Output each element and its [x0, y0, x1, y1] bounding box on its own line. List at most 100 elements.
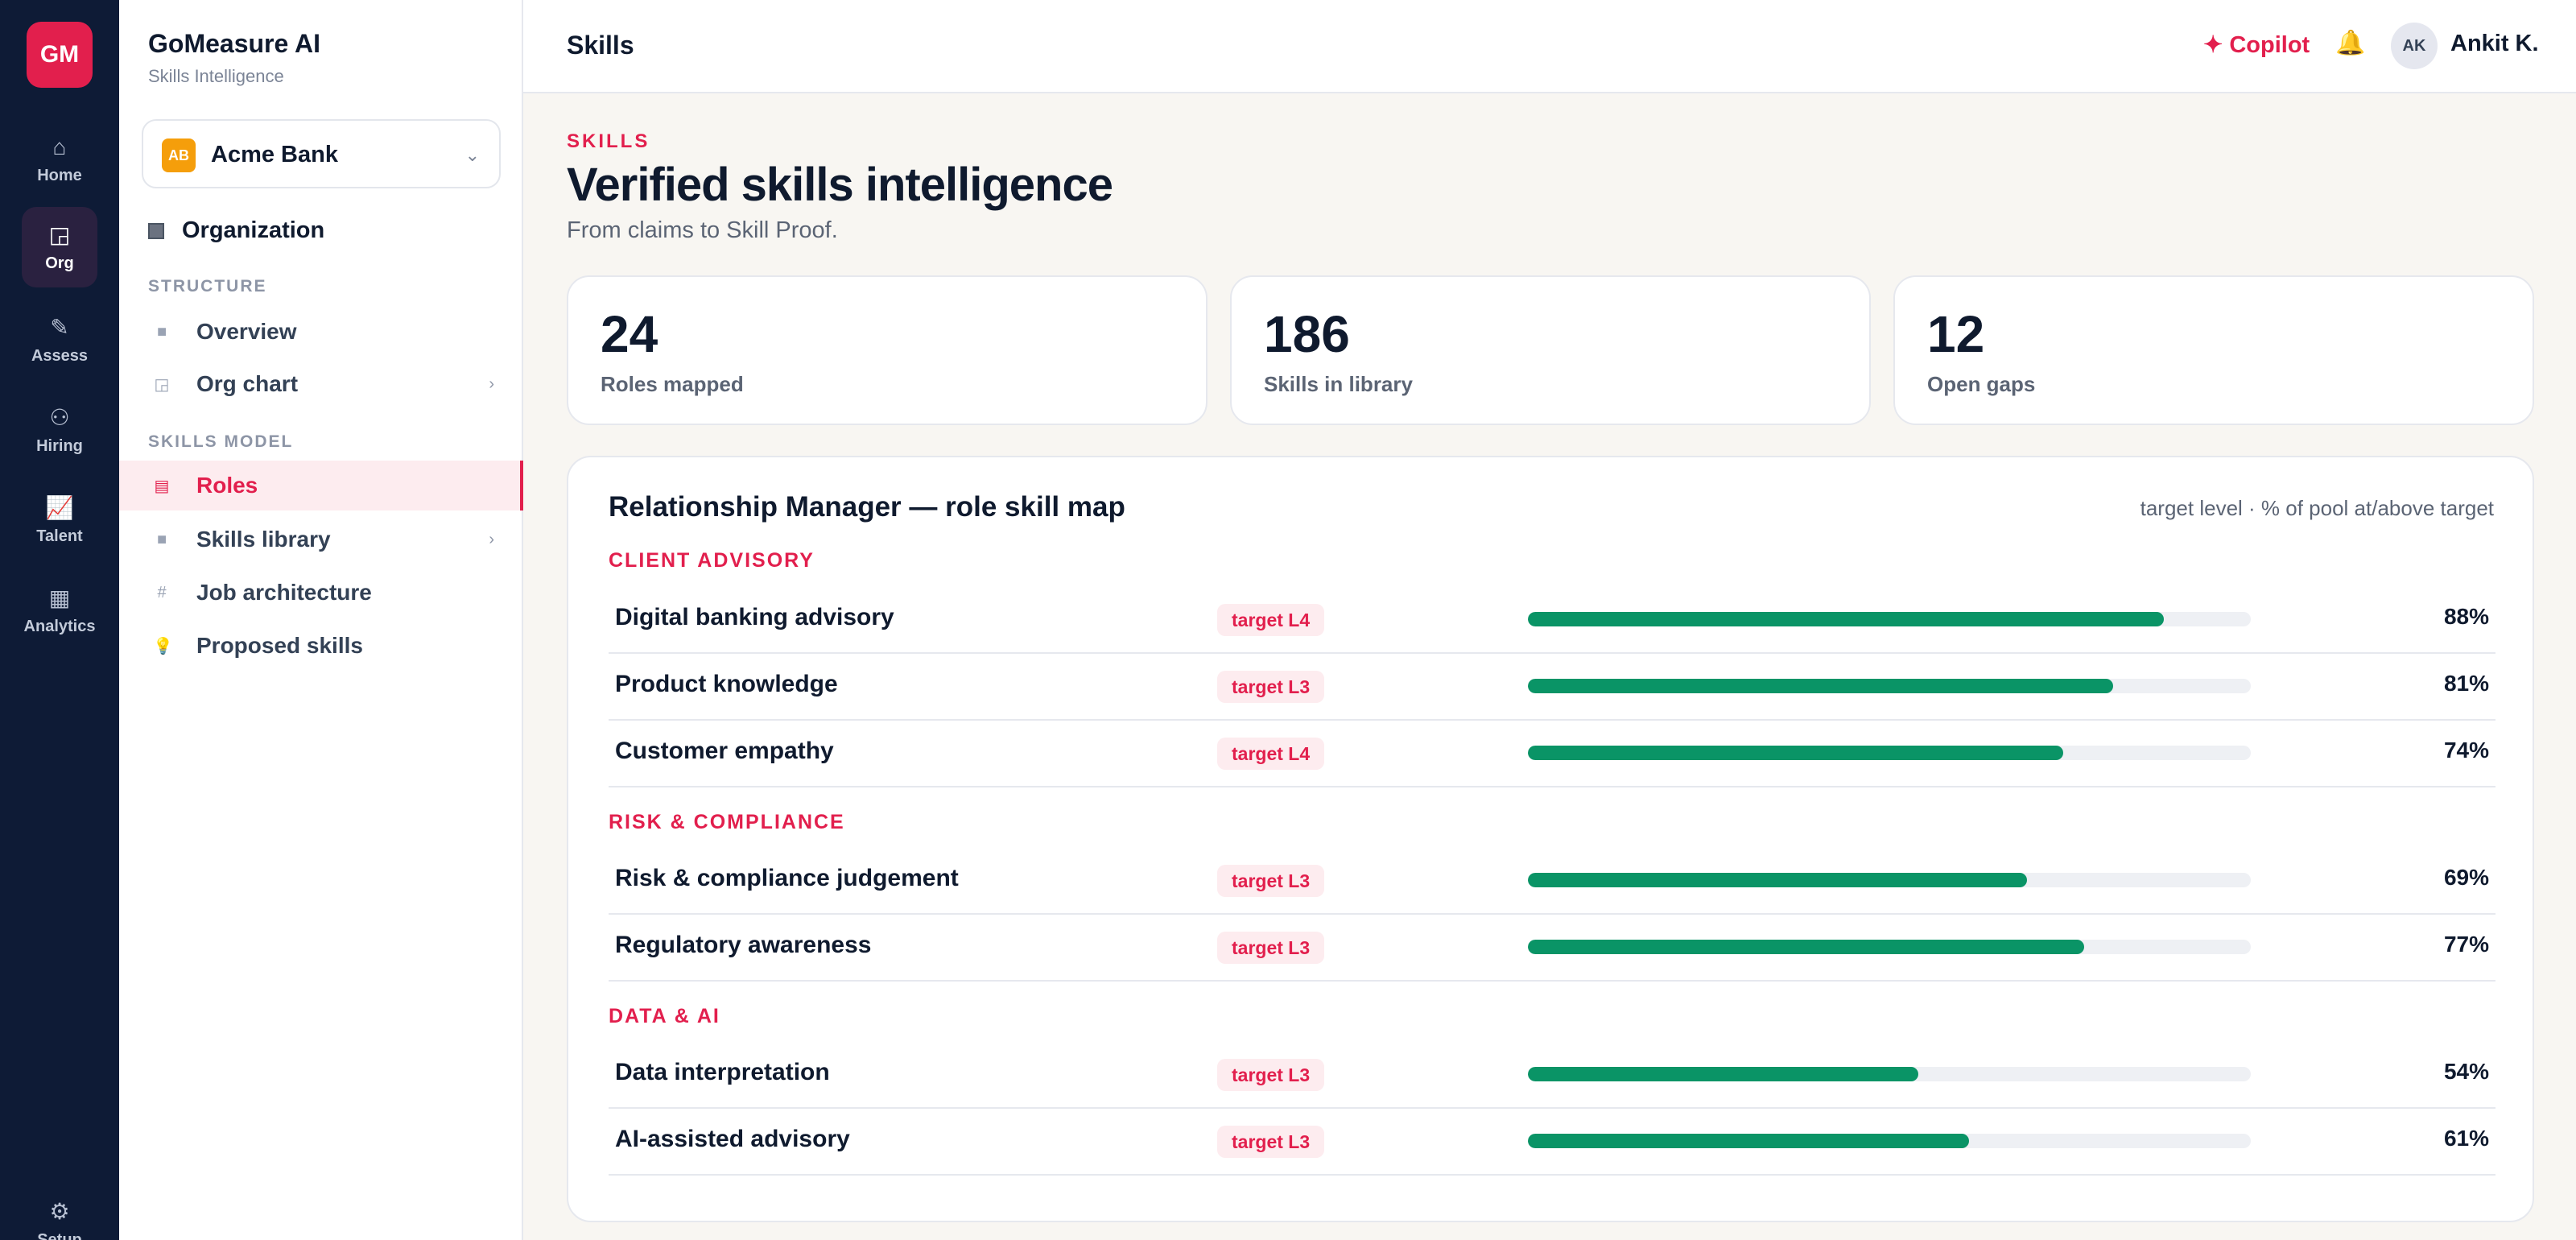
- skill-name: Data interpretation: [615, 1059, 830, 1085]
- rail-item-talent[interactable]: 📈 Talent: [0, 480, 119, 560]
- sidebar-item-label: Org chart: [196, 371, 299, 396]
- page-title: Skills: [567, 31, 634, 60]
- sidebar-item-overview[interactable]: ■ Overview: [119, 307, 522, 357]
- skill-name: AI-assisted advisory: [615, 1126, 850, 1152]
- target-badge: target L3: [1217, 932, 1325, 964]
- brand-logo[interactable]: GM: [27, 22, 93, 88]
- progress-track: [1528, 873, 2251, 887]
- pencil-icon: ✎: [50, 314, 69, 340]
- skill-row[interactable]: Product knowledge target L3 81%: [609, 653, 2496, 721]
- sidebar-item-label: Overview: [196, 319, 297, 344]
- rail-label: Hiring: [36, 436, 83, 455]
- stat-value: 24: [601, 305, 658, 363]
- section-label-skills-model: SKILLS MODEL: [148, 432, 294, 451]
- skill-percent: 88%: [2443, 604, 2489, 629]
- organization-icon: [148, 222, 164, 239]
- rail-item-setup[interactable]: ⚙ Setup: [0, 1184, 119, 1240]
- stat-label: Roles mapped: [601, 372, 744, 396]
- bell-icon[interactable]: 🔔: [2335, 29, 2365, 57]
- stat-card-skills: 186 Skills in library: [1230, 275, 1871, 425]
- top-bar: Skills ✦ Copilot 🔔 AK Ankit K.: [523, 0, 2576, 93]
- skill-percent: 81%: [2443, 671, 2489, 696]
- stat-value: 12: [1927, 305, 1985, 363]
- avatar[interactable]: AK: [2391, 23, 2438, 69]
- progress-fill: [1528, 940, 2085, 954]
- people-icon: ⚇: [49, 404, 70, 430]
- progress-fill: [1528, 612, 2165, 626]
- sidebar-item-roles[interactable]: ▤ Roles: [119, 461, 523, 510]
- org-icon: ◲: [48, 221, 71, 247]
- rail-label: Home: [37, 166, 82, 184]
- skill-percent: 74%: [2443, 738, 2489, 763]
- main-heading: Verified skills intelligence: [567, 159, 1113, 211]
- rail-item-hiring[interactable]: ⚇ Hiring: [0, 390, 119, 470]
- rail-item-assess[interactable]: ✎ Assess: [0, 300, 119, 380]
- org-chart-icon: ◲: [154, 375, 170, 394]
- sidebar-item-skills-library[interactable]: ■ Skills library ›: [119, 515, 522, 564]
- skill-percent: 54%: [2443, 1059, 2489, 1084]
- sidebar: GoMeasure AI Skills Intelligence AB Acme…: [119, 0, 523, 1240]
- grid-icon: ▦: [48, 585, 71, 610]
- rail-item-analytics[interactable]: ▦ Analytics: [0, 570, 119, 651]
- skill-row[interactable]: AI-assisted advisory target L3 61%: [609, 1108, 2496, 1176]
- progress-track: [1528, 612, 2251, 626]
- target-badge: target L4: [1217, 738, 1325, 770]
- user-name[interactable]: Ankit K.: [2450, 31, 2539, 57]
- sidebar-item-label: Roles: [196, 473, 258, 498]
- gear-icon: ⚙: [49, 1198, 70, 1224]
- skill-row[interactable]: Digital banking advisory target L4 88%: [609, 586, 2496, 654]
- rail-item-org[interactable]: ◲ Org: [0, 207, 119, 287]
- home-icon: ⌂: [52, 134, 67, 159]
- sidebar-item-proposed-skills[interactable]: 💡 Proposed skills: [119, 621, 522, 671]
- skill-name: Digital banking advisory: [615, 604, 894, 630]
- copilot-button[interactable]: ✦ Copilot: [2203, 31, 2310, 59]
- target-badge: target L4: [1217, 604, 1325, 636]
- rail-label: Analytics: [23, 617, 96, 635]
- progress-fill: [1528, 746, 2063, 760]
- organization-label: Organization: [182, 217, 325, 243]
- progress-fill: [1528, 873, 2027, 887]
- main-subtitle: From claims to Skill Proof.: [567, 217, 838, 243]
- hash-icon: #: [157, 583, 167, 601]
- rail-item-home[interactable]: ⌂ Home: [0, 119, 119, 200]
- roles-icon: ▤: [154, 477, 170, 495]
- sidebar-item-org-chart[interactable]: ◲ Org chart ›: [119, 359, 522, 409]
- organization-heading[interactable]: Organization: [148, 217, 324, 244]
- app-subtitle: Skills Intelligence: [148, 66, 284, 86]
- progress-track: [1528, 940, 2251, 954]
- sidebar-item-label: Job architecture: [196, 580, 372, 605]
- rail-label: Org: [45, 254, 74, 272]
- skill-name: Regulatory awareness: [615, 932, 872, 958]
- skill-name: Risk & compliance judgement: [615, 865, 959, 891]
- progress-fill: [1528, 1134, 1969, 1148]
- chart-icon: 📈: [45, 494, 74, 520]
- sidebar-item-label: Skills library: [196, 527, 331, 552]
- chevron-right-icon: ›: [489, 374, 494, 393]
- progress-track: [1528, 1134, 2251, 1148]
- org-selector[interactable]: AB Acme Bank ⌄: [142, 119, 501, 188]
- progress-fill: [1528, 1067, 1918, 1081]
- skill-row[interactable]: Risk & compliance judgement target L3 69…: [609, 847, 2496, 915]
- stat-card-roles: 24 Roles mapped: [567, 275, 1208, 425]
- stat-value: 186: [1264, 305, 1350, 363]
- skill-row[interactable]: Customer empathy target L4 74%: [609, 720, 2496, 787]
- skill-row[interactable]: Regulatory awareness target L3 77%: [609, 914, 2496, 982]
- skill-name: Customer empathy: [615, 738, 834, 764]
- rail-label: Talent: [36, 527, 83, 545]
- progress-track: [1528, 679, 2251, 693]
- sidebar-item-job-architecture[interactable]: # Job architecture: [119, 568, 522, 618]
- skill-percent: 77%: [2443, 932, 2489, 957]
- progress-fill: [1528, 679, 2114, 693]
- stat-label: Skills in library: [1264, 372, 1413, 396]
- app-name: GoMeasure AI: [148, 29, 320, 58]
- section-kicker: SKILLS: [567, 130, 650, 152]
- sidebar-item-label: Proposed skills: [196, 633, 363, 658]
- skill-row[interactable]: Data interpretation target L3 54%: [609, 1041, 2496, 1109]
- target-badge: target L3: [1217, 1059, 1325, 1091]
- card-title: Relationship Manager — role skill map: [609, 491, 1125, 523]
- org-name: Acme Bank: [211, 142, 338, 167]
- card-legend: target level · % of pool at/above target: [2140, 496, 2494, 520]
- progress-track: [1528, 746, 2251, 760]
- chevron-right-icon: ›: [489, 530, 494, 548]
- stat-card-gaps: 12 Open gaps: [1893, 275, 2534, 425]
